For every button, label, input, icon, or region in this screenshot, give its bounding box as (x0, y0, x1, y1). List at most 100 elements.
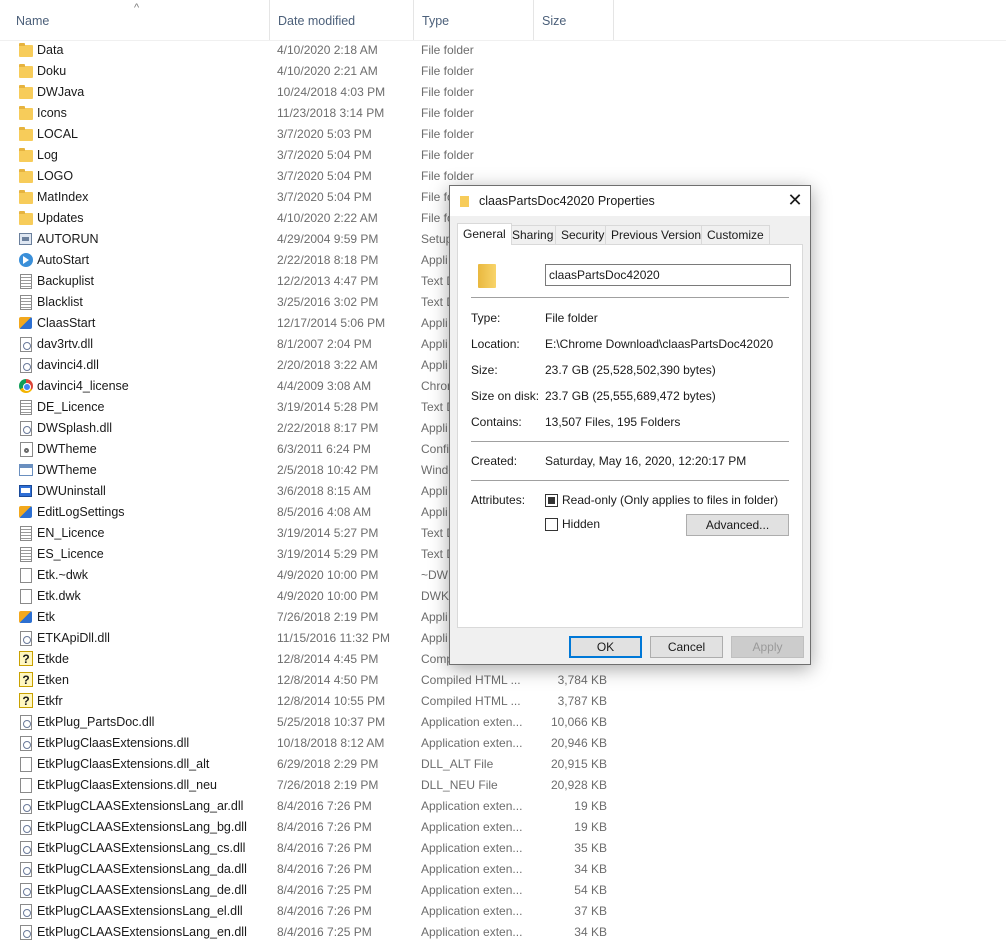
file-date-modified: 12/2/2013 4:47 PM (277, 274, 379, 288)
file-name: DWJava (37, 85, 85, 99)
file-date-modified: 10/24/2018 4:03 PM (277, 85, 386, 99)
folder-icon (18, 168, 34, 184)
hidden-label: Hidden (562, 517, 601, 531)
file-name: Icons (37, 106, 67, 120)
divider (471, 441, 789, 442)
file-row[interactable]: Log 3/7/2020 5:04 PM File folder (0, 145, 620, 166)
tab-general[interactable]: General (457, 223, 512, 245)
dll-icon (18, 819, 34, 835)
file-row[interactable]: Data 4/10/2020 2:18 AM File folder (0, 40, 620, 61)
file-size: 3,787 KB (557, 694, 607, 708)
cancel-button[interactable]: Cancel (650, 636, 723, 658)
dll-icon (18, 840, 34, 856)
file-name: EtkPlugClaasExtensions.dll_alt (37, 757, 210, 771)
file-row[interactable]: EtkPlugClaasExtensions.dll_alt 6/29/2018 … (0, 754, 620, 775)
file-date-modified: 8/4/2016 7:26 PM (277, 841, 372, 855)
column-header-type[interactable]: Type (414, 0, 534, 40)
dll-icon (18, 924, 34, 940)
file-size: 19 KB (574, 820, 607, 834)
file-name: Etk (37, 610, 56, 624)
divider (471, 480, 789, 481)
contains-label: Contains: (471, 415, 522, 429)
file-date-modified: 3/7/2020 5:03 PM (277, 127, 372, 141)
file-type: File folder (421, 85, 474, 99)
file-name: DWUninstall (37, 484, 106, 498)
file-date-modified: 7/26/2018 2:19 PM (277, 778, 379, 792)
file-row[interactable]: EtkPlug_PartsDoc.dll 5/25/2018 10:37 PM Ap… (0, 712, 620, 733)
readonly-checkbox[interactable] (545, 494, 558, 507)
size-on-disk-label: Size on disk: (471, 389, 540, 403)
dialog-titlebar[interactable]: claasPartsDoc42020 Properties ✕ (450, 186, 810, 216)
help-file-icon (18, 693, 34, 709)
dll-icon (18, 882, 34, 898)
app-icon (18, 315, 34, 331)
file-icon (18, 567, 34, 583)
file-name: DWTheme (37, 442, 97, 456)
advanced-button[interactable]: Advanced... (686, 514, 789, 536)
file-name: AutoStart (37, 253, 90, 267)
folder-icon (18, 189, 34, 205)
file-type: File folder (421, 169, 474, 183)
tab-customize[interactable]: Customize (701, 225, 770, 244)
size-value: 23.7 GB (25,528,502,390 bytes) (545, 363, 716, 377)
file-row[interactable]: DWJava 10/24/2018 4:03 PM File folder (0, 82, 620, 103)
autostart-icon (18, 252, 34, 268)
file-type: Application exten... (421, 715, 523, 729)
file-name: Etk.~dwk (37, 568, 89, 582)
file-date-modified: 2/20/2018 3:22 AM (277, 358, 378, 372)
setup-icon (18, 231, 34, 247)
file-name: AUTORUN (37, 232, 99, 246)
file-icon (18, 588, 34, 604)
column-header-name[interactable]: Name (8, 0, 270, 40)
tab-sharing[interactable]: Sharing (506, 225, 560, 244)
contains-value: 13,507 Files, 195 Folders (545, 415, 681, 429)
close-icon[interactable]: ✕ (780, 186, 810, 216)
file-name: EtkPlugClaasExtensions.dll (37, 736, 190, 750)
column-header-size[interactable]: Size (534, 0, 614, 40)
file-type: Application exten... (421, 925, 523, 939)
file-type: Application exten... (421, 841, 523, 855)
file-type: Application exten... (421, 799, 523, 813)
tab-previous-versions[interactable]: Previous Versions (605, 225, 714, 244)
dll-icon (18, 735, 34, 751)
file-date-modified: 3/19/2014 5:27 PM (277, 526, 379, 540)
ok-button[interactable]: OK (569, 636, 642, 658)
file-row[interactable]: Etken 12/8/2014 4:50 PM Compiled HTML ... 3… (0, 670, 620, 691)
file-row[interactable]: EtkPlugClaasExtensions.dll 10/18/2018 8:1… (0, 733, 620, 754)
file-row[interactable]: EtkPlugCLAASExtensionsLang_en.dll 8/4/201… (0, 922, 620, 943)
file-row[interactable]: Doku 4/10/2020 2:21 AM File folder (0, 61, 620, 82)
file-date-modified: 4/9/2020 10:00 PM (277, 568, 379, 582)
attributes-label: Attributes: (471, 493, 526, 507)
file-row[interactable]: EtkPlugCLAASExtensionsLang_bg.dll 8/4/201… (0, 817, 620, 838)
file-size: 10,066 KB (550, 715, 607, 729)
column-header-date-modified[interactable]: Date modified (270, 0, 414, 40)
folder-name-input[interactable] (545, 264, 791, 286)
file-row[interactable]: Icons 11/23/2018 3:14 PM File folder (0, 103, 620, 124)
file-date-modified: 4/10/2020 2:22 AM (277, 211, 378, 225)
file-row[interactable]: EtkPlugCLAASExtensionsLang_de.dll 8/4/201… (0, 880, 620, 901)
file-size: 34 KB (574, 862, 607, 876)
hidden-checkbox[interactable] (545, 518, 558, 531)
app-icon (18, 609, 34, 625)
file-row[interactable]: LOGO 3/7/2020 5:04 PM File folder (0, 166, 620, 187)
file-row[interactable]: EtkPlugClaasExtensions.dll_neu 7/26/2018 … (0, 775, 620, 796)
tab-security[interactable]: Security (555, 225, 611, 244)
folder-icon (18, 63, 34, 79)
file-size: 20,946 KB (550, 736, 607, 750)
size-on-disk-value: 23.7 GB (25,555,689,472 bytes) (545, 389, 716, 403)
file-name: Blacklist (37, 295, 83, 309)
file-name: EditLogSettings (37, 505, 125, 519)
file-date-modified: 3/19/2014 5:28 PM (277, 400, 379, 414)
file-row[interactable]: LOCAL 3/7/2020 5:03 PM File folder (0, 124, 620, 145)
file-row[interactable]: EtkPlugCLAASExtensionsLang_da.dll 8/4/201… (0, 859, 620, 880)
file-size: 3,784 KB (557, 673, 607, 687)
file-row[interactable]: EtkPlugCLAASExtensionsLang_ar.dll 8/4/201… (0, 796, 620, 817)
file-row[interactable]: Etkfr 12/8/2014 10:55 PM Compiled HTML ...… (0, 691, 620, 712)
file-type: File folder (421, 106, 474, 120)
file-row[interactable]: EtkPlugCLAASExtensionsLang_el.dll 8/4/201… (0, 901, 620, 922)
file-date-modified: 12/8/2014 4:50 PM (277, 673, 379, 687)
file-name: MatIndex (37, 190, 89, 204)
folder-icon (18, 210, 34, 226)
apply-button[interactable]: Apply (731, 636, 804, 658)
file-row[interactable]: EtkPlugCLAASExtensionsLang_cs.dll 8/4/201… (0, 838, 620, 859)
